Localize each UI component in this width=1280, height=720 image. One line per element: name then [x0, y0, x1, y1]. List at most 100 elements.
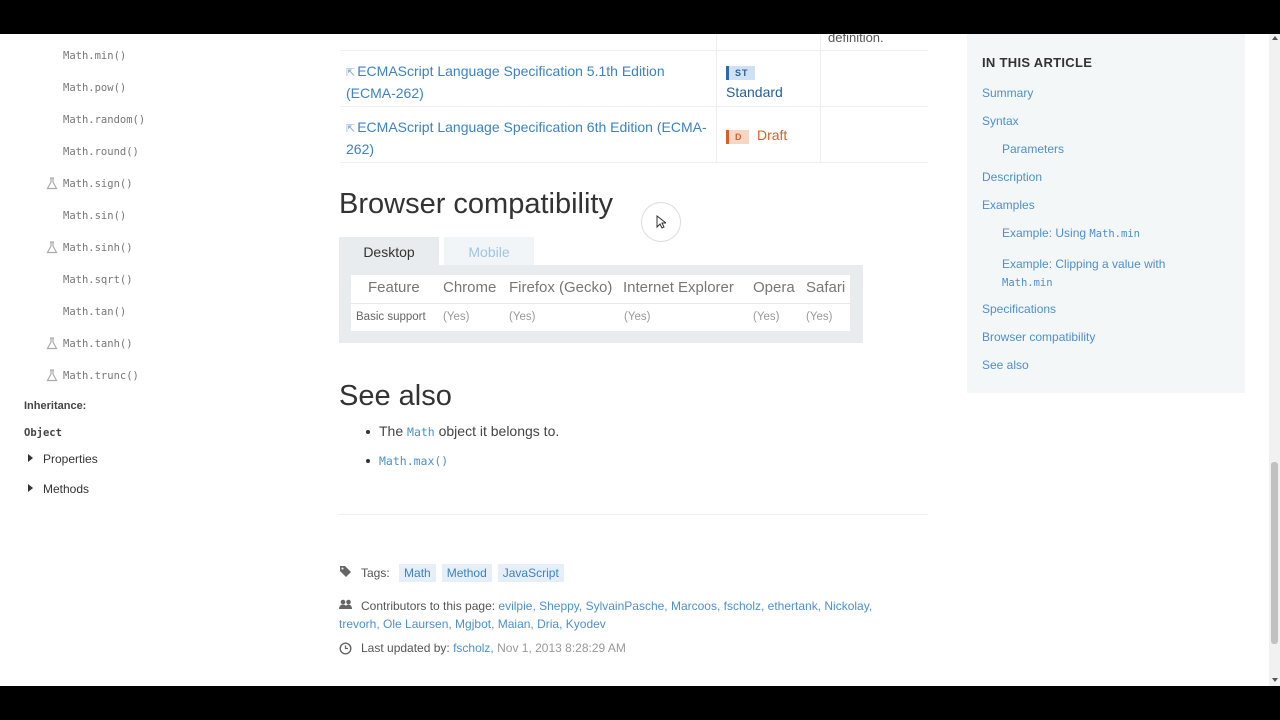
triangle-right-icon: [28, 484, 33, 492]
col-header-chrome: Chrome: [443, 279, 497, 296]
sidebar-item-label: Math.sign(): [63, 178, 133, 190]
updated-date: Nov 1, 2013 8:28:29 AM: [497, 641, 626, 655]
toc-parameters[interactable]: Parameters: [1002, 142, 1064, 156]
toc-example-text: Example: Clipping a value with: [1002, 257, 1166, 271]
spec-comment: definition.: [828, 34, 884, 45]
tab-mobile[interactable]: Mobile: [444, 237, 534, 265]
feature-basic-support: Basic support: [356, 311, 426, 323]
methods-toggle[interactable]: Methods: [28, 482, 89, 496]
sidebar-item-math-trunc[interactable]: Math.trunc(): [46, 369, 139, 382]
list-item: The Math object it belongs to.: [360, 423, 559, 452]
in-this-article: IN THIS ARTICLE Summary Syntax Parameter…: [967, 34, 1245, 393]
spec-link-line2: (ECMA-262): [346, 85, 424, 101]
tab-desktop[interactable]: Desktop: [339, 237, 439, 265]
status-text: Draft: [756, 127, 788, 143]
last-updated-row: Last updated by: fscholz, Nov 1, 2013 8:…: [339, 641, 626, 655]
sidebar-item-math-tanh[interactable]: Math.tanh(): [46, 337, 133, 350]
contributors-links[interactable]: evilpie, Sheppy, SylvainPasche, Marcoos,…: [498, 599, 872, 613]
properties-toggle[interactable]: Properties: [28, 452, 98, 466]
vertical-scrollbar[interactable]: [1269, 34, 1280, 686]
col-header-firefox: Firefox (Gecko): [509, 279, 613, 296]
col-header-safari: Safari: [806, 279, 846, 296]
sidebar-item-math-tan[interactable]: Math.tan(): [63, 306, 126, 318]
sidebar-item-label: Math.sinh(): [63, 242, 133, 254]
firefox-support: (Yes): [509, 311, 536, 323]
external-link-icon: ⇱: [346, 67, 356, 79]
divider: [339, 514, 928, 515]
sidebar-item-math-min[interactable]: Math.min(): [63, 50, 126, 62]
toc-description[interactable]: Description: [982, 170, 1042, 184]
status-text: Standard: [726, 84, 783, 100]
people-icon: [339, 599, 352, 609]
external-link-icon: ⇱: [346, 123, 356, 135]
sidebar-item-math-sign[interactable]: Math.sign(): [46, 177, 133, 190]
tag-math[interactable]: Math: [399, 564, 436, 582]
toc-example-using[interactable]: Example: Using Math.min: [1002, 226, 1140, 240]
sidebar-item-math-round[interactable]: Math.round(): [63, 146, 139, 158]
sidebar: Math.min() Math.pow() Math.random() Math…: [0, 34, 300, 686]
spec-link-line1: ECMAScript Language Specification 5.1th …: [357, 63, 665, 79]
scroll-down-arrow-icon[interactable]: [1272, 678, 1278, 682]
spec-link-es6[interactable]: ⇱ ECMAScript Language Specification 6th E…: [346, 117, 707, 159]
mouse-cursor-icon: [656, 215, 666, 229]
page: Math.min() Math.pow() Math.random() Math…: [0, 34, 1280, 686]
chrome-support: (Yes): [443, 311, 470, 323]
sidebar-item-math-pow[interactable]: Math.pow(): [63, 82, 126, 94]
toc-see-also[interactable]: See also: [982, 358, 1029, 372]
table-row: definition.: [340, 34, 928, 51]
sidebar-item-math-sin[interactable]: Math.sin(): [63, 210, 126, 222]
updated-label: Last updated by:: [361, 641, 450, 655]
tags-row: Tags: Math Method JavaScript: [339, 564, 564, 582]
scroll-up-arrow-icon[interactable]: [1272, 36, 1278, 40]
scrollbar-thumb[interactable]: [1271, 462, 1278, 644]
toc-specifications[interactable]: Specifications: [982, 302, 1056, 316]
inheritance-label: Inheritance:: [24, 400, 87, 412]
math-link[interactable]: Math: [407, 425, 435, 439]
toc-example-code: Math.min: [1089, 228, 1140, 240]
compat-table: Feature Chrome Firefox (Gecko) Internet …: [351, 275, 850, 331]
status-cell: ST Standard: [726, 63, 783, 103]
opera-support: (Yes): [753, 311, 780, 323]
sidebar-item-label: Math.trunc(): [63, 370, 139, 382]
column-divider: [820, 34, 821, 162]
status-badge-standard: ST: [726, 66, 755, 80]
toc-syntax[interactable]: Syntax: [982, 114, 1019, 128]
sidebar-item-label: Math.tanh(): [63, 338, 133, 350]
toc-heading: IN THIS ARTICLE: [982, 55, 1093, 70]
col-header-opera: Opera: [753, 279, 795, 296]
updated-by-link[interactable]: fscholz,: [453, 641, 494, 655]
tags-label: Tags:: [361, 566, 390, 580]
toc-summary[interactable]: Summary: [982, 86, 1033, 100]
experimental-flask-icon: [46, 241, 58, 254]
col-header-ie: Internet Explorer: [623, 279, 734, 296]
status-badge-draft: D: [726, 130, 749, 144]
status-cell: D Draft: [726, 127, 787, 145]
spec-link-line1: ECMAScript Language Specification 6th Ed…: [357, 119, 707, 135]
tag-javascript[interactable]: JavaScript: [497, 564, 564, 582]
spec-link-es5[interactable]: ⇱ ECMAScript Language Specification 5.1th…: [346, 61, 665, 103]
toc-example-text: Example: Using: [1002, 226, 1087, 240]
toc-examples[interactable]: Examples: [982, 198, 1035, 212]
spec-link-line2: 262): [346, 141, 375, 157]
list-item: Math.max(): [360, 452, 559, 481]
object-label: Object: [24, 427, 62, 439]
safari-support: (Yes): [806, 311, 833, 323]
methods-label: Methods: [43, 482, 90, 496]
tag-icon: [340, 566, 351, 577]
col-header-feature: Feature: [368, 279, 420, 296]
contributors-links[interactable]: trevorh, Ole Laursen, Mgjbot, Maian, Dri…: [339, 617, 606, 631]
math-max-link[interactable]: Math.max(): [379, 454, 448, 468]
browser-compat-heading: Browser compatibility: [339, 188, 613, 220]
clock-icon: [339, 642, 352, 655]
sidebar-item-math-sqrt[interactable]: Math.sqrt(): [63, 274, 133, 286]
toc-browser-compat[interactable]: Browser compatibility: [982, 330, 1095, 344]
toc-example-code: Math.min: [1002, 277, 1053, 289]
see-also-heading: See also: [339, 380, 452, 412]
toc-example-clipping[interactable]: Example: Clipping a value with Math.min: [1002, 255, 1165, 292]
ie-support: (Yes): [624, 311, 651, 323]
see-also-text: object it belongs to.: [438, 423, 560, 439]
sidebar-item-math-random[interactable]: Math.random(): [63, 114, 145, 126]
table-row: ⇱ ECMAScript Language Specification 6th E…: [340, 107, 928, 163]
tag-method[interactable]: Method: [441, 564, 492, 582]
sidebar-item-math-sinh[interactable]: Math.sinh(): [46, 241, 133, 254]
